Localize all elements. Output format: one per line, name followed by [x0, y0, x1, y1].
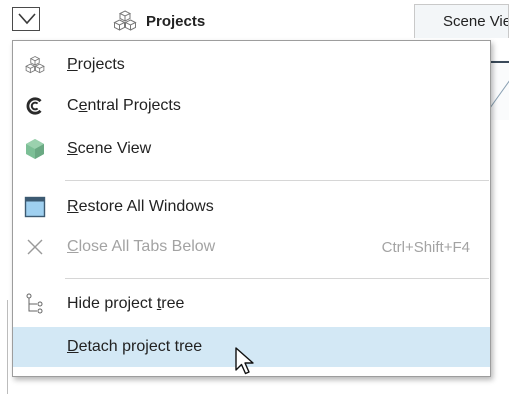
scene-view-icon	[24, 138, 46, 160]
menu-item-close-all-tabs-below[interactable]: Close All Tabs Below Ctrl+Shift+F4	[13, 227, 490, 267]
menu-separator	[65, 278, 489, 279]
menu-item-label: Detach project tree	[67, 338, 203, 355]
menu-separator	[65, 180, 489, 181]
chevron-down-icon	[18, 13, 36, 25]
menu-item-label: Restore All Windows	[67, 198, 214, 215]
panel-divider	[7, 300, 8, 394]
scene-view-panel	[489, 60, 509, 120]
projects-icon	[113, 10, 137, 31]
scene-axes-graphic	[490, 61, 509, 109]
menu-item-label: Central Projects	[67, 97, 181, 114]
restore-windows-icon	[24, 196, 46, 218]
menu-item-label: Close All Tabs Below	[67, 238, 216, 255]
close-icon	[24, 236, 46, 258]
menu-item-hide-project-tree[interactable]: Hide project tree	[13, 284, 490, 324]
menu-item-central-projects[interactable]: Central Projects	[13, 86, 490, 126]
central-projects-icon	[24, 95, 46, 117]
tab-list-dropdown-button[interactable]	[12, 7, 40, 31]
menu-item-scene-view[interactable]: Scene View	[13, 129, 490, 169]
projects-icon	[24, 54, 46, 76]
project-tree-icon	[24, 293, 46, 315]
menu-item-projects[interactable]: Projects	[13, 45, 490, 85]
tab-projects[interactable]: Projects	[112, 7, 205, 35]
menu-item-label: Scene View	[67, 140, 152, 157]
menu-item-label: Hide project tree	[67, 295, 185, 312]
menu-item-shortcut: Ctrl+Shift+F4	[381, 238, 470, 256]
window-menu: Projects Central Projects Scene View Res…	[12, 40, 491, 377]
tab-projects-label: Projects	[146, 12, 206, 30]
tab-bar: Projects Scene View	[0, 0, 509, 40]
menu-item-label: Projects	[67, 56, 125, 73]
app-window: Projects Scene View	[0, 0, 509, 394]
mouse-cursor-icon	[235, 347, 254, 375]
menu-item-restore-all-windows[interactable]: Restore All Windows	[13, 187, 490, 227]
tab-scene-view-label: Scene View	[443, 13, 508, 30]
tab-scene-view[interactable]: Scene View	[414, 4, 509, 38]
